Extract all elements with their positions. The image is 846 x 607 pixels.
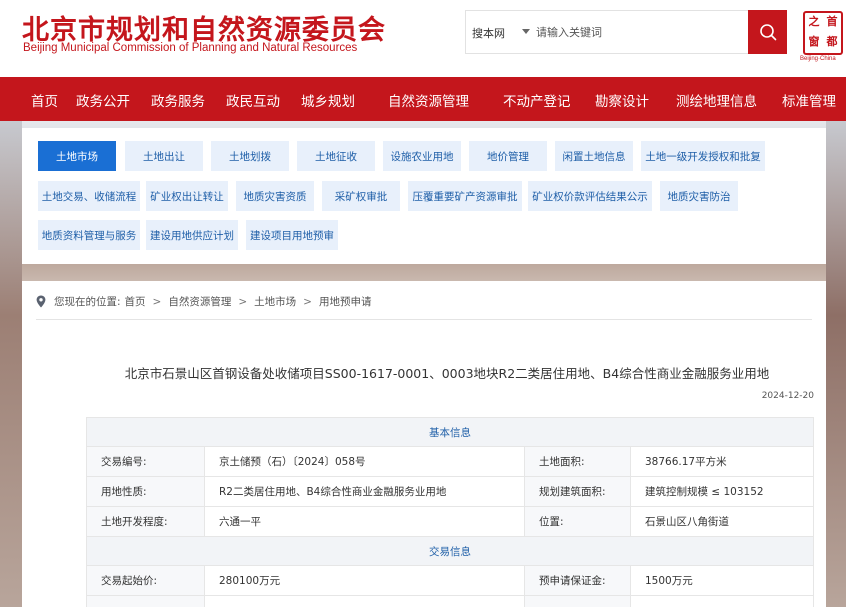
- tab-mining-approval[interactable]: 采矿权审批: [322, 181, 400, 211]
- tab-land-allocation[interactable]: 土地划拨: [211, 141, 289, 171]
- tab-mining-valuation[interactable]: 矿业权价款评估结果公示: [528, 181, 652, 211]
- chevron-down-icon[interactable]: [522, 29, 530, 34]
- tab-land-price[interactable]: 地价管理: [469, 141, 547, 171]
- site-header: 北京市规划和自然资源委员会 Beijing Municipal Commissi…: [0, 0, 846, 77]
- seal-char: 都: [826, 35, 838, 48]
- seal-char: 之: [808, 15, 820, 28]
- seal-char: 窗: [808, 35, 820, 48]
- tab-mining-right-transfer[interactable]: 矿业权出让转让: [146, 181, 228, 211]
- table-row: 用地性质: R2二类居住用地、B4综合性商业金融服务业用地 规划建筑面积: 建筑…: [86, 476, 814, 507]
- cell-label: 用地性质:: [86, 476, 205, 507]
- cell-label: 规划建筑面积:: [524, 476, 631, 507]
- land-info-table: 基本信息 交易编号: 京土储预（石）〔2024〕058号 土地面积: 38766…: [86, 417, 814, 607]
- section-trade-info: 交易信息: [86, 536, 814, 566]
- cell-label: 交易编号:: [86, 446, 205, 477]
- breadcrumb-natural-resources[interactable]: 自然资源管理: [168, 294, 231, 309]
- table-row: [86, 595, 814, 607]
- table-row: 交易起始价: 280100万元 预申请保证金: 1500万元: [86, 565, 814, 596]
- tab-land-supply-plan[interactable]: 建设用地供应计划: [146, 220, 238, 250]
- tab-primary-development[interactable]: 土地一级开发授权和批复: [641, 141, 765, 171]
- sub-tabs-panel: 土地市场 土地出让 土地划拨 土地征收 设施农业用地 地价管理 闲置土地信息 土…: [22, 128, 826, 264]
- tab-land-transfer[interactable]: 土地出让: [125, 141, 203, 171]
- breadcrumb-separator: >: [303, 295, 312, 308]
- breadcrumb-home[interactable]: 首页: [125, 294, 146, 309]
- cell-value: [204, 595, 525, 607]
- nav-item-gov-services[interactable]: 政务服务: [151, 90, 205, 110]
- capital-window-seal[interactable]: 之 首 窗 都: [803, 11, 843, 55]
- cell-label: 土地面积:: [524, 446, 631, 477]
- nav-item-standards[interactable]: 标准管理: [782, 90, 836, 110]
- nav-item-natural-resources[interactable]: 自然资源管理: [388, 90, 469, 110]
- table-section-header: 基本信息: [86, 417, 814, 447]
- table-section-header: 交易信息: [86, 536, 814, 566]
- nav-item-gov-affairs-open[interactable]: 政务公开: [76, 90, 130, 110]
- banner-left-edge: [0, 121, 22, 607]
- breadcrumb-land-market[interactable]: 土地市场: [254, 294, 296, 309]
- breadcrumb-separator: >: [238, 295, 248, 308]
- location-pin-icon: [36, 295, 46, 308]
- breadcrumb-current[interactable]: 用地预申请: [319, 294, 372, 309]
- cell-value: 38766.17平方米: [630, 446, 814, 477]
- tab-land-market[interactable]: 土地市场: [38, 141, 116, 171]
- seal-char: 首: [826, 15, 838, 28]
- breadcrumb: 您现在的位置: 首页 > 自然资源管理 > 土地市场 > 用地预申请: [36, 294, 371, 309]
- cell-value: R2二类居住用地、B4综合性商业金融服务业用地: [204, 476, 525, 507]
- cell-label: 预申请保证金:: [524, 565, 631, 596]
- site-title-en: Beijing Municipal Commission of Planning…: [23, 42, 358, 54]
- nav-item-interaction[interactable]: 政民互动: [226, 90, 280, 110]
- tab-land-expropriation[interactable]: 土地征收: [297, 141, 375, 171]
- cell-value: 石景山区八角街道: [630, 506, 814, 537]
- search-scope-select[interactable]: 搜本网: [472, 25, 505, 41]
- table-row: 土地开发程度: 六通一平 位置: 石景山区八角街道: [86, 506, 814, 537]
- cell-label: 交易起始价:: [86, 565, 205, 596]
- nav-item-real-estate[interactable]: 不动产登记: [503, 90, 571, 110]
- nav-item-survey-design[interactable]: 勘察设计: [595, 90, 649, 110]
- tab-land-trade-process[interactable]: 土地交易、收储流程: [38, 181, 140, 211]
- article-date: 2024-12-20: [761, 391, 814, 401]
- seal-en-text: Beijing·China: [800, 56, 836, 62]
- nav-item-geo-info[interactable]: 测绘地理信息: [676, 90, 757, 110]
- content-panel: 您现在的位置: 首页 > 自然资源管理 > 土地市场 > 用地预申请 北京市石景…: [22, 281, 826, 607]
- cell-value: 六通一平: [204, 506, 525, 537]
- article-title: 北京市石景山区首钢设备处收储项目SS00-1617-0001、0003地块R2二…: [124, 366, 770, 381]
- breadcrumb-separator: >: [152, 295, 162, 308]
- tab-geo-hazard-qualification[interactable]: 地质灾害资质: [236, 181, 314, 211]
- search-input[interactable]: [536, 21, 736, 43]
- cell-value: 280100万元: [204, 565, 525, 596]
- search-icon: [759, 24, 776, 41]
- breadcrumb-divider: [36, 319, 812, 320]
- tab-facility-agri-land[interactable]: 设施农业用地: [383, 141, 461, 171]
- search-box: 搜本网: [465, 10, 787, 54]
- cell-value: 京土储预（石）〔2024〕058号: [204, 446, 525, 477]
- cell-value: 建筑控制规模 ≤ 103152: [630, 476, 814, 507]
- tab-overlaid-mineral-approval[interactable]: 压覆重要矿产资源审批: [408, 181, 522, 211]
- tab-project-land-preview[interactable]: 建设项目用地预审: [246, 220, 338, 250]
- cell-label: [86, 595, 205, 607]
- search-button[interactable]: [748, 10, 787, 54]
- section-basic-info: 基本信息: [86, 417, 814, 447]
- cell-label: [524, 595, 631, 607]
- main-nav: 首页 政务公开 政务服务 政民互动 城乡规划 自然资源管理 不动产登记 勘察设计…: [0, 77, 846, 121]
- tab-idle-land[interactable]: 闲置土地信息: [555, 141, 633, 171]
- breadcrumb-prefix: 您现在的位置:: [54, 296, 121, 308]
- cell-label: 位置:: [524, 506, 631, 537]
- table-row: 交易编号: 京土储预（石）〔2024〕058号 土地面积: 38766.17平方…: [86, 446, 814, 477]
- cell-value: 1500万元: [630, 565, 814, 596]
- tab-geo-hazard-prevention[interactable]: 地质灾害防治: [660, 181, 738, 211]
- tab-geo-data-service[interactable]: 地质资料管理与服务: [38, 220, 140, 250]
- nav-item-urban-planning[interactable]: 城乡规划: [301, 90, 355, 110]
- cell-label: 土地开发程度:: [86, 506, 205, 537]
- cell-value: [630, 595, 814, 607]
- nav-item-home[interactable]: 首页: [31, 90, 58, 110]
